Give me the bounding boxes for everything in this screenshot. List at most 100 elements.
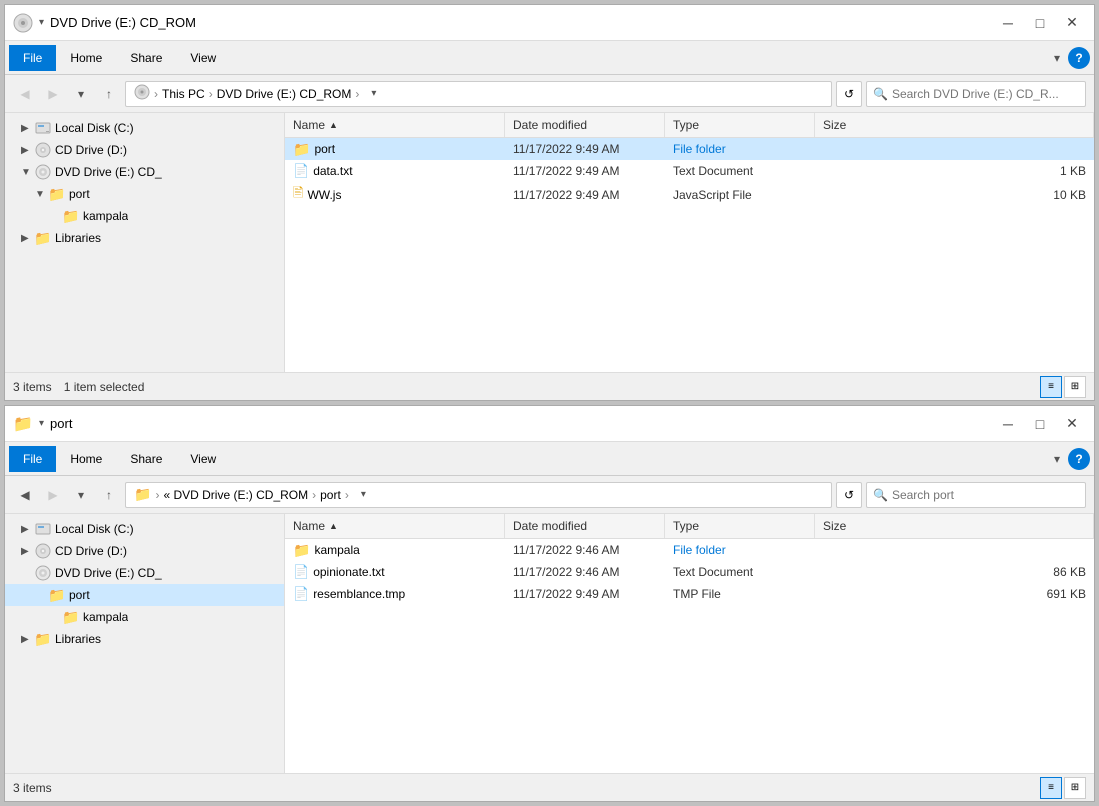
details-view-btn-2[interactable]: ≡ [1040, 777, 1062, 799]
col-header-size-2[interactable]: Size [815, 514, 1094, 538]
pin-icon-2[interactable]: ▾ [39, 418, 44, 429]
sidebar-item-dvde-1[interactable]: ▼ DVD Drive (E:) CD_ [5, 161, 284, 183]
toggle-port-1[interactable]: ▼ [35, 189, 49, 200]
refresh-btn-1[interactable]: ↺ [836, 81, 862, 107]
sidebar-item-localc-1[interactable]: ▶ Local Disk (C:) [5, 117, 284, 139]
toggle-cdd-1[interactable]: ▶ [21, 145, 35, 156]
sidebar-item-libraries-2[interactable]: ▶ 📁 Libraries [5, 628, 284, 650]
search-input-2[interactable] [892, 488, 1079, 502]
large-icons-btn-1[interactable]: ⊞ [1064, 376, 1086, 398]
address-path-2[interactable]: 📁 › « DVD Drive (E:) CD_ROM › port › ▾ [125, 482, 832, 508]
title-bar-2: 📁 ▾ port ─ □ ✕ [5, 406, 1094, 442]
tmp-icon-row-2: 📄 [293, 586, 309, 602]
details-view-btn-1[interactable]: ≡ [1040, 376, 1062, 398]
path-thispc-1[interactable]: This PC [162, 87, 205, 101]
sidebar-item-cdd-1[interactable]: ▶ CD Drive (D:) [5, 139, 284, 161]
ribbon-chevron-2[interactable]: ▾ [1050, 448, 1064, 470]
refresh-btn-2[interactable]: ↺ [836, 482, 862, 508]
toggle-localc-2[interactable]: ▶ [21, 524, 35, 535]
path-sep-c2: › [345, 488, 349, 502]
sidebar-item-kampala-1[interactable]: 📁 kampala [5, 205, 284, 227]
back-btn-2[interactable]: ◀ [13, 483, 37, 507]
path-dvd-2[interactable]: « DVD Drive (E:) CD_ROM [163, 488, 308, 502]
pin-icon-1[interactable]: ▾ [39, 17, 44, 28]
sidebar-label-localc-1: Local Disk (C:) [55, 121, 134, 135]
window-1: ▾ DVD Drive (E:) CD_ROM ─ □ ✕ File Home … [4, 4, 1095, 401]
toggle-libraries-2[interactable]: ▶ [21, 634, 35, 645]
col-header-name-1[interactable]: Name ▲ [285, 113, 505, 137]
sidebar-item-port-1[interactable]: ▼ 📁 port [5, 183, 284, 205]
search-box-2[interactable]: 🔍 [866, 482, 1086, 508]
path-drive-1[interactable]: DVD Drive (E:) CD_ROM [217, 87, 352, 101]
col-header-type-1[interactable]: Type [665, 113, 815, 137]
folder-icon-port-1: 📁 [49, 186, 65, 202]
minimize-btn-2[interactable]: ─ [994, 413, 1022, 435]
file-name-ww-1: 🖹 WW.js [285, 184, 505, 206]
file-date-data-1: 11/17/2022 9:49 AM [505, 164, 665, 178]
maximize-btn-1[interactable]: □ [1026, 12, 1054, 34]
view-controls-2: ≡ ⊞ [1040, 777, 1086, 799]
table-row[interactable]: 🖹 WW.js 11/17/2022 9:49 AM JavaScript Fi… [285, 182, 1094, 208]
search-input-1[interactable] [892, 87, 1079, 101]
address-path-1[interactable]: › This PC › DVD Drive (E:) CD_ROM › ▾ [125, 81, 832, 107]
table-row[interactable]: 📁 kampala 11/17/2022 9:46 AM File folder [285, 539, 1094, 561]
col-header-date-2[interactable]: Date modified [505, 514, 665, 538]
toggle-cdd-2[interactable]: ▶ [21, 546, 35, 557]
tab-file-2[interactable]: File [9, 446, 56, 472]
items-count-2: 3 items [13, 781, 52, 795]
forward-btn-2[interactable]: ▶ [41, 483, 65, 507]
toggle-dvde-1[interactable]: ▼ [21, 167, 35, 178]
ribbon-2: File Home Share View ▾ ? [5, 442, 1094, 476]
close-btn-2[interactable]: ✕ [1058, 413, 1086, 435]
minimize-btn-1[interactable]: ─ [994, 12, 1022, 34]
tab-share-2[interactable]: Share [116, 446, 176, 472]
table-row[interactable]: 📄 resemblance.tmp 11/17/2022 9:49 AM TMP… [285, 583, 1094, 605]
table-row[interactable]: 📁 port 11/17/2022 9:49 AM File folder [285, 138, 1094, 160]
view-controls-1: ≡ ⊞ [1040, 376, 1086, 398]
path-port-2[interactable]: port [320, 488, 341, 502]
large-icons-btn-2[interactable]: ⊞ [1064, 777, 1086, 799]
title-bar-1: ▾ DVD Drive (E:) CD_ROM ─ □ ✕ [5, 5, 1094, 41]
sidebar-item-dvde-2[interactable]: DVD Drive (E:) CD_ [5, 562, 284, 584]
toggle-localc-1[interactable]: ▶ [21, 123, 35, 134]
close-btn-1[interactable]: ✕ [1058, 12, 1086, 34]
sidebar-item-kampala-2[interactable]: 📁 kampala [5, 606, 284, 628]
sidebar-item-libraries-1[interactable]: ▶ 📁 Libraries [5, 227, 284, 249]
tab-file-1[interactable]: File [9, 45, 56, 71]
up-btn-1[interactable]: ↑ [97, 82, 121, 106]
file-date-opinionate-2: 11/17/2022 9:46 AM [505, 565, 665, 579]
col-header-date-1[interactable]: Date modified [505, 113, 665, 137]
help-btn-2[interactable]: ? [1068, 448, 1090, 470]
up-btn-dropdown-1[interactable]: ▾ [69, 82, 93, 106]
toggle-libraries-1[interactable]: ▶ [21, 233, 35, 244]
back-btn-1[interactable]: ◀ [13, 82, 37, 106]
help-btn-1[interactable]: ? [1068, 47, 1090, 69]
path-dropdown-1[interactable]: ▾ [367, 86, 380, 101]
sidebar-item-port-2[interactable]: 📁 port [5, 584, 284, 606]
up-btn-dropdown-2[interactable]: ▾ [69, 483, 93, 507]
col-header-size-1[interactable]: Size [815, 113, 1094, 137]
path-dropdown-2[interactable]: ▾ [357, 487, 370, 502]
sidebar-item-localc-2[interactable]: ▶ Local Disk (C:) [5, 518, 284, 540]
file-date-kampala-2: 11/17/2022 9:46 AM [505, 543, 665, 557]
tab-home-2[interactable]: Home [56, 446, 116, 472]
file-date-ww-1: 11/17/2022 9:49 AM [505, 188, 665, 202]
tab-view-2[interactable]: View [176, 446, 230, 472]
search-box-1[interactable]: 🔍 [866, 81, 1086, 107]
main-2: ▶ Local Disk (C:) ▶ CD Drive (D:) [5, 514, 1094, 773]
table-row[interactable]: 📄 opinionate.txt 11/17/2022 9:46 AM Text… [285, 561, 1094, 583]
ribbon-chevron-1[interactable]: ▾ [1050, 47, 1064, 69]
sidebar-item-cdd-2[interactable]: ▶ CD Drive (D:) [5, 540, 284, 562]
tab-view-1[interactable]: View [176, 45, 230, 71]
tab-home-1[interactable]: Home [56, 45, 116, 71]
forward-btn-1[interactable]: ▶ [41, 82, 65, 106]
sidebar-label-cdd-2: CD Drive (D:) [55, 544, 127, 558]
col-header-name-2[interactable]: Name ▲ [285, 514, 505, 538]
table-row[interactable]: 📄 data.txt 11/17/2022 9:49 AM Text Docum… [285, 160, 1094, 182]
col-header-type-2[interactable]: Type [665, 514, 815, 538]
up-btn-2[interactable]: ↑ [97, 483, 121, 507]
sidebar-label-kampala-1: kampala [83, 209, 128, 223]
ribbon-1: File Home Share View ▾ ? [5, 41, 1094, 75]
maximize-btn-2[interactable]: □ [1026, 413, 1054, 435]
tab-share-1[interactable]: Share [116, 45, 176, 71]
